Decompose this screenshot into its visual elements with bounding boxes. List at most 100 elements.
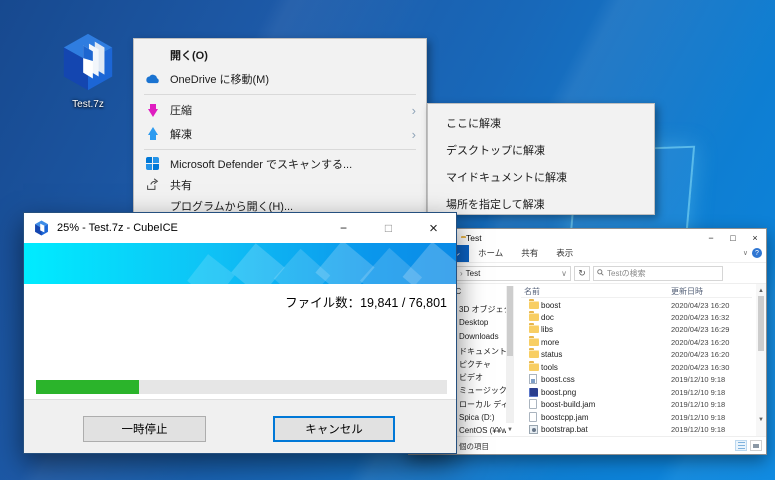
desktop-icon-label: Test.7z	[72, 99, 104, 110]
folder-icon	[529, 348, 541, 359]
menu-item-share[interactable]: 共有	[134, 174, 426, 195]
explorer-titlebar[interactable]: Test − □ ×	[409, 229, 766, 246]
bat-file-icon	[529, 424, 541, 434]
breadcrumb[interactable]: › Test ∨	[443, 265, 571, 281]
sidebar-item-music[interactable]: ミュージック	[459, 385, 506, 396]
sidebar-item-documents[interactable]: ドキュメント	[459, 346, 506, 357]
help-icon[interactable]: ?	[752, 248, 762, 258]
sidebar-item-centos-wsl[interactable]: CentOS (¥¥wsl$)	[459, 426, 506, 435]
file-row[interactable]: status 2020/04/23 16:20	[521, 348, 752, 360]
search-input[interactable]	[607, 268, 719, 278]
tab-view[interactable]: 表示	[547, 245, 582, 262]
tab-home[interactable]: ホーム	[469, 245, 512, 262]
submenu-item-extract-desktop[interactable]: デスクトップに解凍	[428, 136, 654, 163]
file-row[interactable]: tools 2020/04/23 16:30	[521, 361, 752, 373]
context-menu: 開く(O) OneDrive に移動(M) 圧縮 › 解凍 › Microsof…	[133, 38, 427, 216]
menu-item-onedrive[interactable]: OneDrive に移動(M)	[134, 67, 426, 91]
dialog-title: 25% - Test.7z - CubeICE	[57, 222, 178, 234]
submenu-item-extract-here[interactable]: ここに解凍	[428, 109, 654, 136]
sidebar-item-spica-d[interactable]: Spica (D:)	[459, 413, 495, 422]
onedrive-cloud-icon	[144, 71, 161, 87]
folder-icon	[529, 336, 541, 347]
address-bar: ∨ ↑ › Test ∨ ↻	[409, 263, 766, 284]
maximize-icon[interactable]: □	[366, 213, 411, 243]
file-row[interactable]: boostcpp.jam 2019/12/10 9:18	[521, 411, 752, 423]
file-row[interactable]: libs 2020/04/23 16:29	[521, 323, 752, 335]
close-icon[interactable]: ×	[411, 213, 456, 243]
file-row[interactable]: doc 2020/04/23 16:32	[521, 311, 752, 323]
folder-icon	[529, 311, 541, 322]
menu-item-extract[interactable]: 解凍 ›	[134, 122, 426, 146]
sidebar-scrollbar[interactable]	[506, 286, 514, 423]
file-row[interactable]: boost-build.jam 2019/12/10 9:18	[521, 398, 752, 410]
file-row[interactable]: bootstrap.bat 2019/12/10 9:18	[521, 423, 752, 435]
refresh-icon[interactable]: ↻	[574, 265, 590, 281]
file-icon	[529, 412, 541, 423]
file-list-scrollbar[interactable]: ▲ ▼	[756, 284, 766, 437]
dialog-body: ファイル数：19,841 / 76,801 経過時間：00:02:32 残り時間…	[24, 284, 456, 442]
cancel-button[interactable]: キャンセル	[273, 416, 395, 442]
folder-icon	[529, 299, 541, 310]
dialog-footer: 一時停止 キャンセル	[24, 399, 456, 453]
pause-button[interactable]: 一時停止	[83, 416, 206, 442]
folder-icon	[529, 323, 541, 334]
search-icon	[597, 268, 604, 278]
explorer-title: Test	[466, 232, 482, 243]
breadcrumb-path[interactable]: Test	[466, 269, 481, 278]
sidebar-scroll-down-icon[interactable]: ▼	[506, 425, 514, 435]
column-header-date[interactable]: 更新日時	[671, 286, 703, 297]
view-details-icon[interactable]	[735, 440, 747, 451]
cube-app-icon	[34, 220, 49, 236]
view-thumbnails-icon[interactable]	[750, 440, 762, 451]
desktop-icon-test7z[interactable]: Test.7z	[40, 32, 136, 110]
file-row[interactable]: more 2020/04/23 16:20	[521, 336, 752, 348]
sidebar-item-downloads[interactable]: Downloads	[459, 332, 499, 341]
sidebar-item-videos[interactable]: ビデオ	[459, 372, 483, 383]
menu-item-open[interactable]: 開く(O)	[134, 43, 426, 67]
file-icon	[529, 399, 541, 410]
scroll-down-icon[interactable]: ▼	[756, 415, 766, 425]
file-count-label: ファイル数：19,841 / 76,801	[285, 296, 447, 310]
menu-item-compress[interactable]: 圧縮 ›	[134, 98, 426, 122]
css-file-icon	[529, 374, 541, 385]
submenu-chevron-icon: ›	[411, 102, 416, 118]
status-bar: 個の項目	[409, 436, 766, 454]
extract-submenu: ここに解凍 デスクトップに解凍 マイドキュメントに解凍 場所を指定して解凍	[427, 103, 655, 215]
submenu-item-extract-mydocs[interactable]: マイドキュメントに解凍	[428, 163, 654, 190]
menu-separator	[144, 149, 416, 150]
column-header-name[interactable]: 名前	[524, 286, 540, 297]
progress-bar-fill	[36, 380, 139, 394]
dialog-banner	[24, 243, 456, 284]
folder-icon	[529, 361, 541, 372]
sidebar-item-3dobjects[interactable]: 3D オブジェクト	[459, 304, 506, 315]
close-icon[interactable]: ×	[744, 229, 766, 246]
address-dropdown-icon[interactable]: ∨	[561, 269, 567, 278]
scroll-up-icon[interactable]: ▲	[756, 286, 766, 296]
cube-archive-icon	[59, 33, 117, 96]
file-row[interactable]: boost.css 2019/12/10 9:18	[521, 373, 752, 385]
breadcrumb-chevron-icon: ›	[460, 268, 463, 278]
file-row[interactable]: boost 2020/04/23 16:20	[521, 299, 752, 311]
explorer-window: Test − □ × ファイル ホーム 共有 表示 ∨ ? ∨ ↑ › Test	[408, 228, 767, 455]
progress-bar	[36, 380, 447, 394]
minimize-icon[interactable]: −	[700, 229, 722, 246]
search-box[interactable]	[593, 265, 723, 281]
submenu-chevron-icon: ›	[411, 126, 416, 142]
sidebar-item-desktop[interactable]: Desktop	[459, 318, 488, 327]
explorer-main: PC 3D オブジェクト Desktop Downloads ドキュメント ピク…	[409, 284, 766, 437]
submenu-item-extract-location[interactable]: 場所を指定して解凍	[428, 190, 654, 217]
minimize-icon[interactable]: −	[321, 213, 366, 243]
tab-share[interactable]: 共有	[512, 245, 547, 262]
extract-arrow-icon	[144, 126, 161, 142]
file-row[interactable]: boost.png 2019/12/10 9:18	[521, 386, 752, 398]
dialog-titlebar[interactable]: 25% - Test.7z - CubeICE − □ ×	[24, 213, 456, 243]
defender-icon	[144, 156, 161, 172]
cubeice-progress-dialog: 25% - Test.7z - CubeICE − □ × ファイル数：19,8…	[23, 212, 457, 454]
maximize-icon[interactable]: □	[722, 229, 744, 246]
sidebar-item-pictures[interactable]: ピクチャ	[459, 359, 491, 370]
sidebar-item-local-disk-c[interactable]: ローカル ディスク (C:)	[459, 399, 506, 410]
file-list: 名前 更新日時 boost 2020/04/23 16:20 doc 2020/04…	[521, 284, 752, 437]
desktop: Test.7z Test − □ × ファイル ホーム 共有 表示 ∨ ? ∨ …	[0, 0, 775, 480]
menu-item-defender-scan[interactable]: Microsoft Defender でスキャンする...	[134, 153, 426, 174]
ribbon-expand-icon[interactable]: ∨	[743, 249, 748, 257]
